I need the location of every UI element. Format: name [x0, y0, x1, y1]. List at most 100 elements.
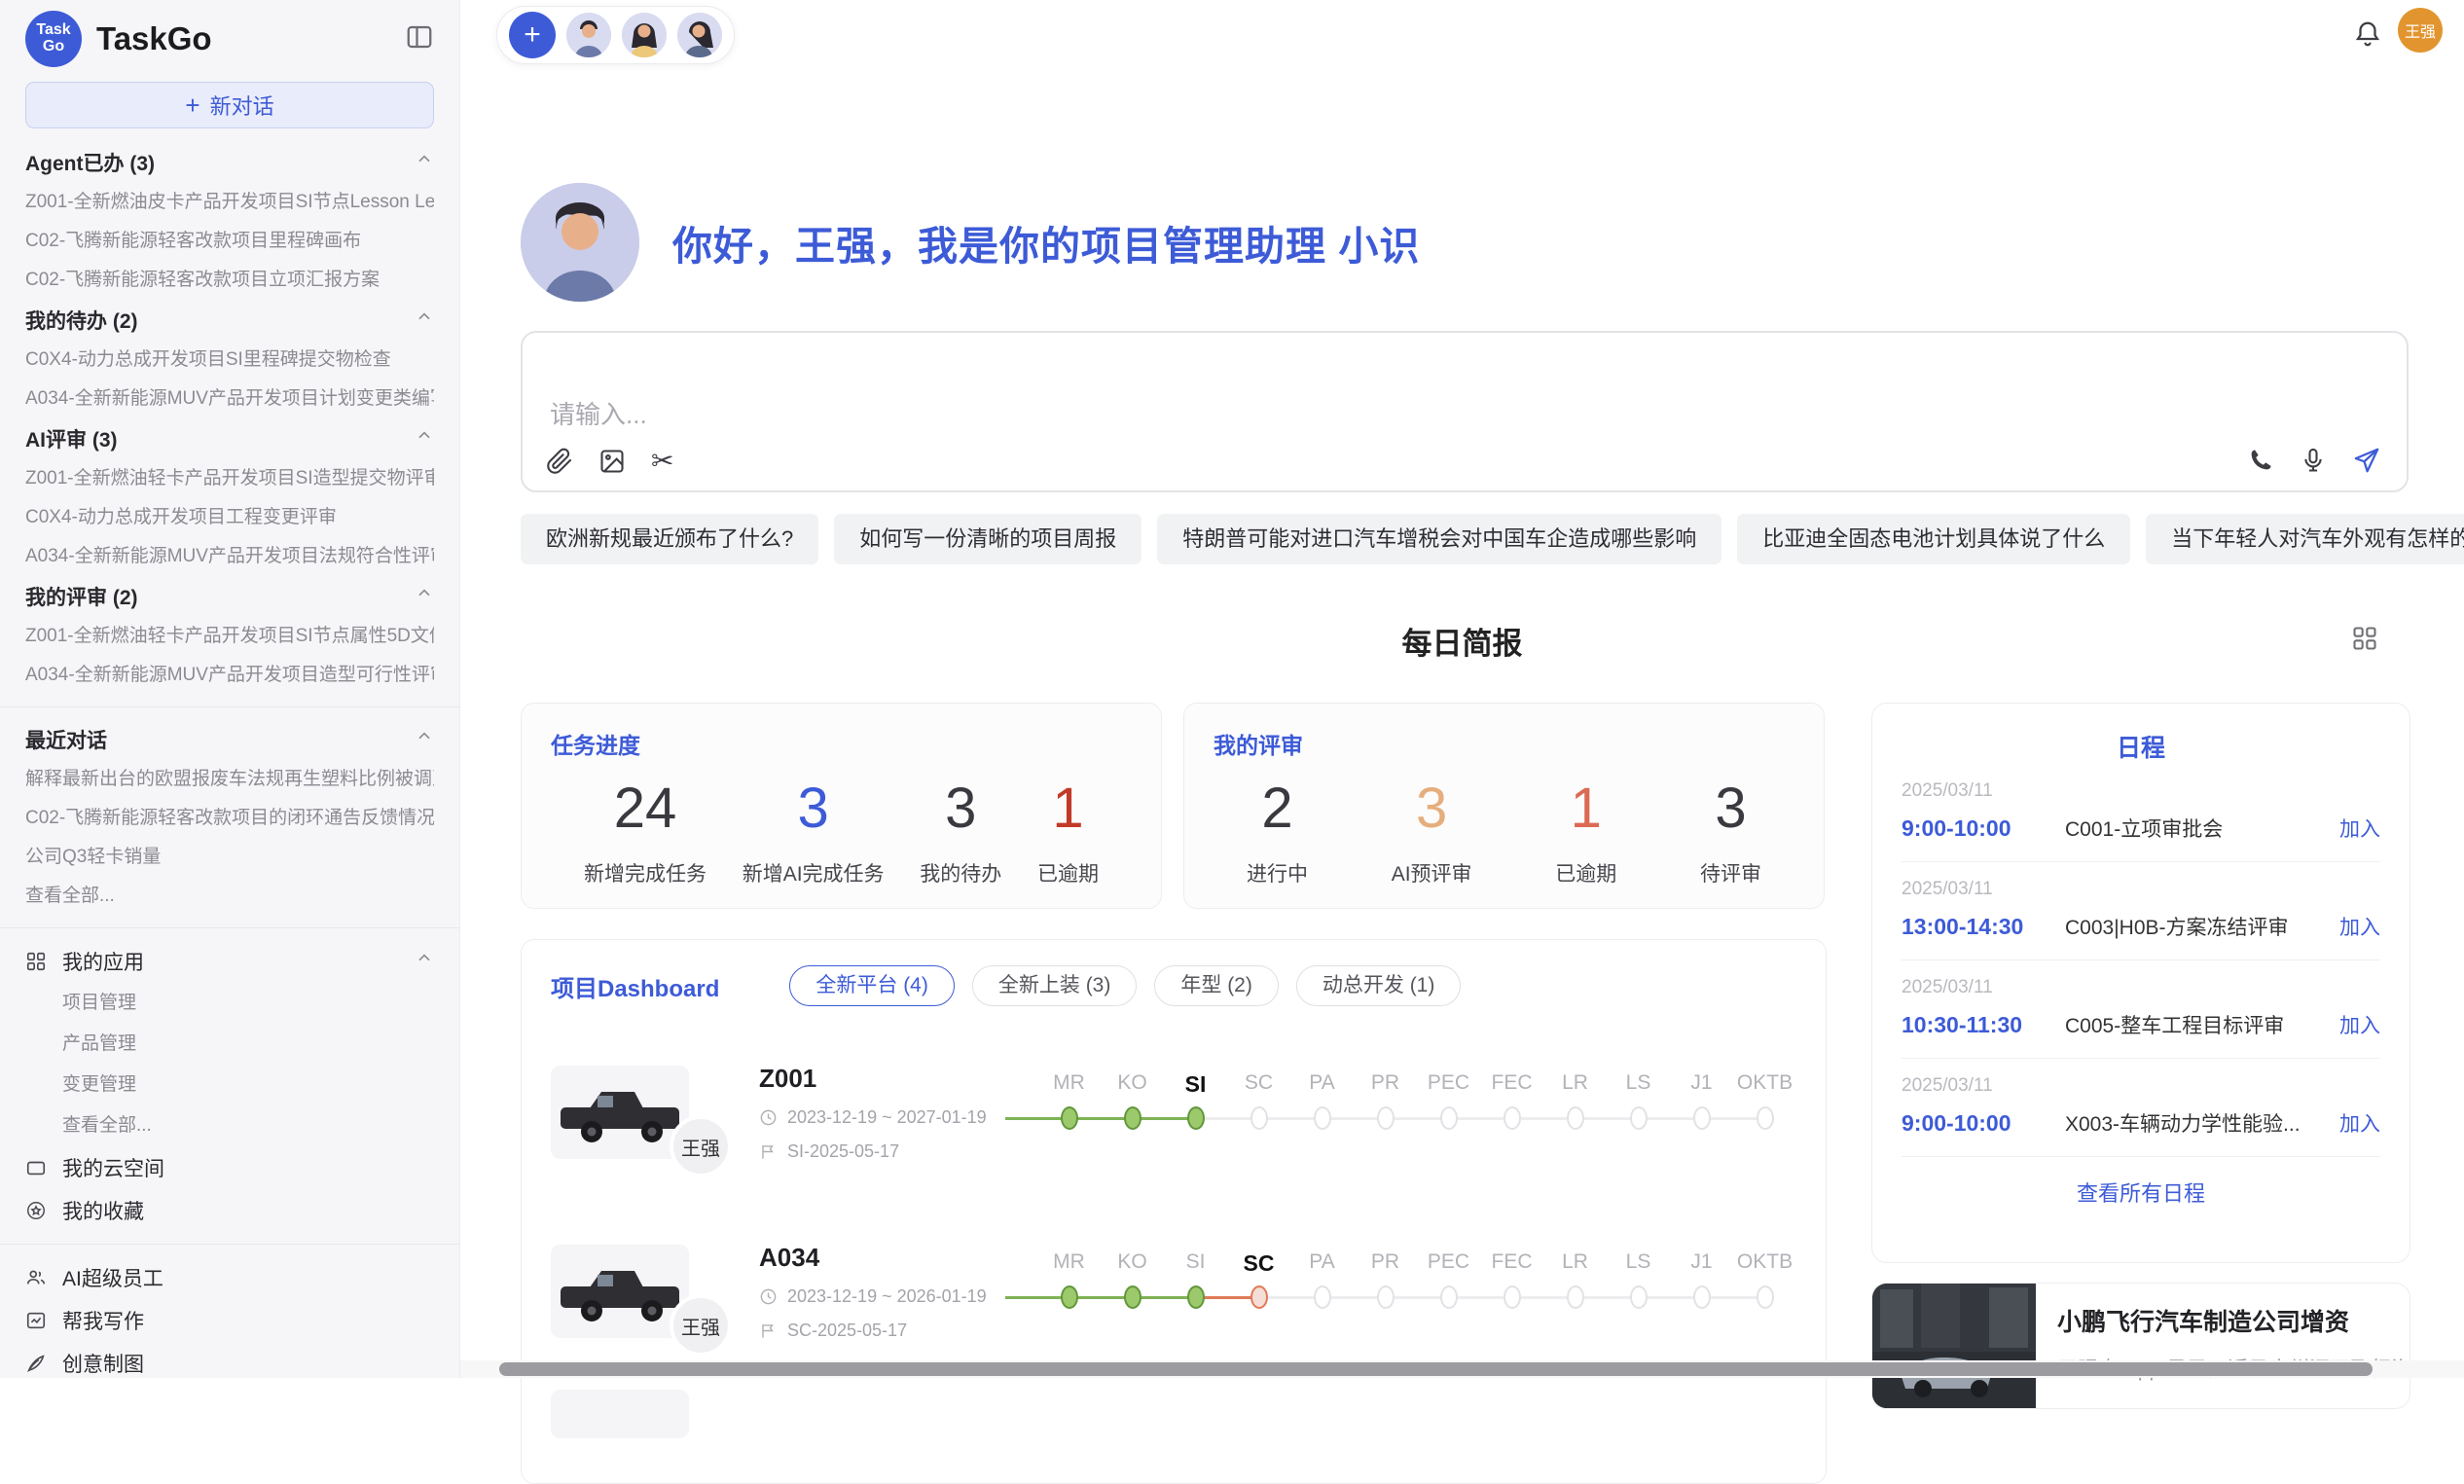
chevron-up-icon[interactable]	[415, 949, 434, 974]
section-header[interactable]: 我的评审 (2)	[25, 576, 434, 617]
project-flag-date: SC-2025-05-17	[787, 1321, 907, 1341]
scissors-icon[interactable]: ✂	[651, 448, 673, 475]
join-link[interactable]: 加入	[2339, 912, 2380, 941]
image-icon[interactable]	[598, 448, 626, 475]
recent-chat-item[interactable]: 公司Q3轻卡销量	[25, 838, 434, 877]
chevron-up-icon[interactable]	[415, 727, 434, 752]
schedule-event-title: C001-立项审批会	[2065, 814, 2339, 843]
milestone-label: FEC	[1480, 1250, 1543, 1284]
recent-chats-header[interactable]: 最近对话	[25, 719, 434, 760]
milestone-node: PR	[1354, 1071, 1417, 1153]
schedule-event-title: C005-整车工程目标评审	[2065, 1010, 2339, 1039]
recent-chat-item[interactable]: 查看全部...	[25, 877, 434, 916]
section-header[interactable]: AI评审 (3)	[25, 418, 434, 459]
milestone-node: LR	[1543, 1250, 1607, 1332]
recent-chat-item[interactable]: 解释最新出台的欧盟报废车法规再生塑料比例被调至15%...	[25, 760, 434, 799]
schedule-date: 2025/03/11	[1902, 780, 2380, 802]
project-row[interactable]: 王强 A034 2023-12-19 ~ 2026-01-19	[551, 1218, 1796, 1364]
sidebar-task-item[interactable]: C0X4-动力总成开发项目工程变更评审	[25, 498, 434, 537]
suggestion-chips: 欧洲新规最近颁布了什么? 如何写一份清晰的项目周报特朗普可能对进口汽车增税会对中国…	[521, 514, 2464, 564]
join-link[interactable]: 加入	[2339, 814, 2380, 843]
news-image	[1872, 1284, 2036, 1408]
add-member-button[interactable]: +	[509, 12, 556, 58]
dashboard-tab[interactable]: 动总开发 (1)	[1296, 965, 1462, 1006]
logo-text-1: Task	[36, 22, 70, 39]
phone-icon[interactable]	[2247, 447, 2274, 474]
stat: 1 已逾期	[1555, 776, 1616, 887]
sidebar-task-item[interactable]: Z001-全新燃油轻卡产品开发项目SI造型提交物评审	[25, 459, 434, 498]
suggestion-chip[interactable]: 当下年轻人对汽车外观有怎样的喜好趋势	[2146, 514, 2464, 564]
project-dates: 2023-12-19 ~ 2027-01-19	[787, 1107, 987, 1128]
new-chat-button[interactable]: + 新对话	[25, 82, 434, 128]
dashboard-tab[interactable]: 全新平台 (4)	[789, 965, 955, 1006]
stat-value: 3	[743, 776, 885, 841]
member-avatar[interactable]	[566, 13, 611, 57]
app-item[interactable]: 查看全部...	[25, 1105, 434, 1146]
sidebar-task-item[interactable]: C0X4-动力总成开发项目SI里程碑提交物检查	[25, 341, 434, 380]
suggestion-chip[interactable]: 特朗普可能对进口汽车增税会对中国车企造成哪些影响	[1157, 514, 1721, 564]
milestone-label: KO	[1101, 1250, 1164, 1284]
sidebar-item-cloud-space[interactable]: 我的云空间	[25, 1146, 434, 1189]
member-avatar[interactable]	[677, 13, 722, 57]
sidebar-task-item[interactable]: A034-全新新能源MUV产品开发项目法规符合性评审	[25, 537, 434, 576]
stat-value: 3	[1392, 776, 1472, 841]
ai-super-staff-label: AI超级员工	[62, 1263, 163, 1292]
join-link[interactable]: 加入	[2339, 1108, 2380, 1138]
user-avatar[interactable]: 王强	[2398, 8, 2443, 53]
milestone-node: OKTB	[1733, 1071, 1796, 1153]
app-item[interactable]: 产品管理	[25, 1024, 434, 1065]
project-row[interactable]: 王强 Z001 2023-12-19 ~ 2027-01-19	[551, 1039, 1796, 1185]
chevron-up-icon[interactable]	[415, 308, 434, 333]
section-header[interactable]: Agent已办 (3)	[25, 142, 434, 183]
news-card[interactable]: 小鹏飞行汽车制造公司增资 天眼查 App 显示，近日广州汇天飞行汽...	[1871, 1283, 2410, 1409]
chevron-up-icon[interactable]	[415, 426, 434, 452]
recent-chat-item[interactable]: C02-飞腾新能源轻客改款项目的闭环通告反馈情况	[25, 799, 434, 838]
milestone-node: J1	[1670, 1250, 1733, 1332]
sidebar-item-help-write[interactable]: 帮我写作	[25, 1299, 434, 1342]
news-title: 小鹏飞行汽车制造公司增资	[2057, 1303, 2388, 1338]
stat-cards: 任务进度 24 新增完成任务 3 新增AI完成任务	[521, 703, 1825, 909]
chevron-up-icon[interactable]	[415, 150, 434, 175]
notification-bell-icon[interactable]	[2353, 19, 2382, 54]
composer-placeholder: 请输入...	[550, 395, 647, 431]
app-logo: Task Go	[25, 11, 82, 67]
sidebar-item-favorites[interactable]: 我的收藏	[25, 1189, 434, 1232]
suggestion-chip[interactable]: 欧洲新规最近颁布了什么?	[521, 514, 818, 564]
sidebar-task-item[interactable]: A034-全新新能源MUV产品开发项目计划变更类编写	[25, 380, 434, 418]
sidebar-task-item[interactable]: C02-飞腾新能源轻客改款项目里程碑画布	[25, 222, 434, 261]
milestone-label: SC	[1227, 1250, 1290, 1284]
suggestion-chip[interactable]: 比亚迪全固态电池计划具体说了什么	[1737, 514, 2130, 564]
send-icon[interactable]	[2352, 446, 2381, 475]
sidebar-item-ai-super-staff[interactable]: AI超级员工	[25, 1256, 434, 1299]
milestone-label: SI	[1164, 1250, 1227, 1284]
sidebar-task-item[interactable]: Z001-全新燃油皮卡产品开发项目SI节点Lesson Learn报告	[25, 183, 434, 222]
sidebar-item-creative-drawing[interactable]: 创意制图	[25, 1342, 434, 1378]
suggestion-chip[interactable]: 如何写一份清晰的项目周报	[834, 514, 1141, 564]
project-vehicle-image	[551, 1245, 689, 1338]
layout-grid-icon[interactable]	[2351, 625, 2378, 657]
dashboard-tab[interactable]: 年型 (2)	[1154, 965, 1279, 1006]
member-avatar[interactable]	[622, 13, 667, 57]
sidebar-task-item[interactable]: A034-全新新能源MUV产品开发项目造型可行性评审	[25, 656, 434, 695]
mic-icon[interactable]	[2300, 447, 2327, 474]
sidebar-task-item[interactable]: Z001-全新燃油轻卡产品开发项目SI节点属性5D文件评审	[25, 617, 434, 656]
task-section: AI评审 (3) Z001-全新燃油轻卡产品开发项目SI造型提交物评审 C0X4…	[25, 418, 434, 576]
horizontal-scrollbar	[460, 1360, 2464, 1378]
section-header[interactable]: 我的待办 (2)	[25, 300, 434, 341]
collapse-sidebar-icon[interactable]	[405, 22, 434, 56]
app-item[interactable]: 变更管理	[25, 1065, 434, 1105]
view-all-schedule-link[interactable]: 查看所有日程	[1902, 1157, 2380, 1208]
section-title: Agent已办 (3)	[25, 148, 155, 177]
attachment-icon[interactable]	[546, 448, 573, 475]
milestone-node: PEC	[1417, 1250, 1480, 1332]
schedule-time: 10:30-11:30	[1902, 1012, 2065, 1038]
chevron-up-icon[interactable]	[415, 584, 434, 609]
chat-composer[interactable]: 请输入... ✂	[521, 331, 2409, 492]
dashboard-tab[interactable]: 全新上装 (3)	[972, 965, 1138, 1006]
app-item[interactable]: 项目管理	[25, 983, 434, 1024]
sidebar-task-item[interactable]: C02-飞腾新能源轻客改款项目立项汇报方案	[25, 261, 434, 300]
stat: 3 待评审	[1700, 776, 1761, 887]
scrollbar-thumb[interactable]	[499, 1362, 2373, 1376]
my-apps-header[interactable]: 我的应用	[25, 940, 434, 983]
join-link[interactable]: 加入	[2339, 1010, 2380, 1039]
